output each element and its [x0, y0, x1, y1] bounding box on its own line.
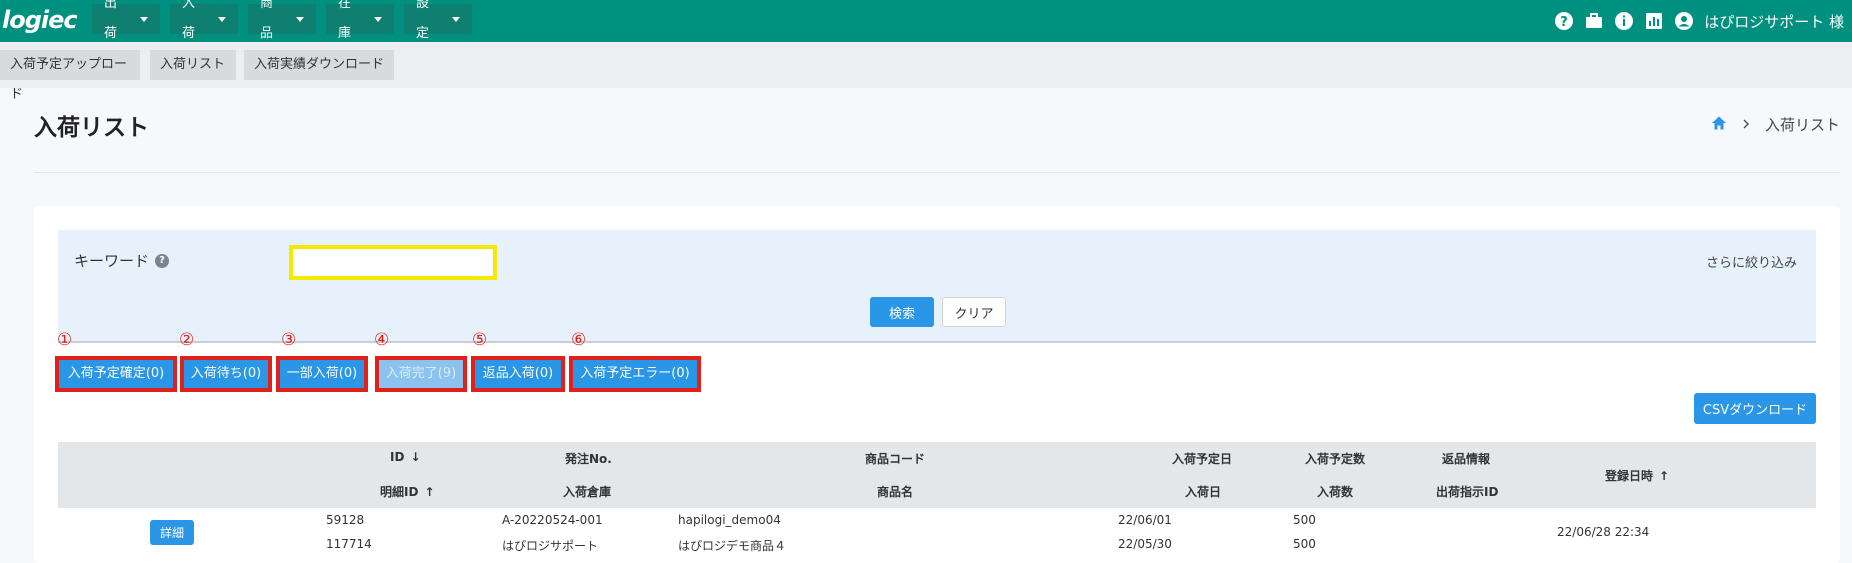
column-header-return-info: 返品情報	[1442, 452, 1491, 466]
more-filters-link[interactable]: さらに絞り込み	[1706, 252, 1797, 271]
table-row	[58, 508, 1816, 563]
annotation-number: ①	[57, 330, 73, 350]
breadcrumb-current: 入荷リスト	[1764, 116, 1840, 134]
filter-awaiting[interactable]: 入荷待ち(0)	[180, 356, 272, 392]
keyword-input[interactable]	[289, 245, 497, 280]
column-header-id[interactable]: ID ↓	[390, 450, 421, 464]
tab-receiving-list[interactable]: 入荷リスト	[150, 50, 236, 80]
arrow-up-icon: ↑	[424, 485, 435, 499]
column-header-scheduled-qty: 入荷予定数	[1305, 452, 1366, 466]
info-icon[interactable]	[1614, 11, 1634, 31]
menu-inventory[interactable]: 在庫	[326, 0, 394, 41]
account-icon[interactable]	[1674, 11, 1694, 31]
sub-navigation: 入荷予定アップロード 入荷リスト 入荷実績ダウンロード	[0, 42, 1852, 102]
filter-returns-label: 返品入荷(0)	[475, 360, 561, 388]
menu-settings[interactable]: 設定	[404, 0, 472, 41]
help-icon[interactable]: ?	[155, 253, 170, 268]
chevron-down-icon	[140, 16, 148, 22]
tab-upload-schedule[interactable]: 入荷予定アップロード	[0, 50, 140, 102]
filter-scheduled-confirmed[interactable]: 入荷予定確定(0)	[55, 356, 177, 392]
chevron-down-icon	[218, 16, 226, 22]
chevron-down-icon	[296, 16, 304, 22]
column-header-registered-at[interactable]: 登録日時 ↑	[1605, 467, 1669, 484]
filter-schedule-error-label: 入荷予定エラー(0)	[573, 360, 697, 388]
column-header-received-qty: 入荷数	[1317, 485, 1354, 499]
clear-button[interactable]: クリア	[942, 297, 1006, 327]
column-header-id-label: ID	[390, 450, 405, 464]
logo: logiec	[2, 6, 78, 34]
breadcrumb: 入荷リスト	[1711, 114, 1840, 135]
annotation-number: ②	[179, 330, 195, 350]
help-icon[interactable]: ?	[1554, 11, 1574, 31]
table-header	[58, 442, 1816, 508]
chart-icon[interactable]	[1644, 11, 1664, 31]
column-header-product-name: 商品名	[877, 485, 914, 499]
filter-completed[interactable]: 入荷完了(9)	[375, 356, 467, 392]
arrow-down-icon: ↓	[410, 450, 421, 464]
page-title: 入荷リスト	[34, 115, 149, 141]
top-navigation-bar: logiec 出荷 入荷 商品 在庫 設定 ? はぴロジサポート 様	[0, 0, 1852, 42]
filter-awaiting-label: 入荷待ち(0)	[184, 360, 268, 388]
cell-registered-at: 22/06/28 22:34	[1557, 525, 1650, 539]
svg-text:?: ?	[1560, 15, 1568, 30]
cell-scheduled-qty: 500	[1293, 513, 1316, 527]
column-header-registered-at-label: 登録日時	[1605, 469, 1654, 483]
annotation-number: ⑤	[472, 330, 488, 350]
column-header-shipment-id: 出荷指示ID	[1436, 485, 1499, 499]
column-header-warehouse: 入荷倉庫	[563, 485, 612, 499]
menu-shipping[interactable]: 出荷	[92, 0, 160, 41]
detail-button[interactable]: 詳細	[150, 520, 194, 545]
home-icon[interactable]	[1711, 115, 1727, 135]
cell-id: 59128	[326, 513, 365, 527]
column-header-scheduled-date: 入荷予定日	[1172, 452, 1233, 466]
cell-product-name: はぴロジデモ商品４	[678, 539, 787, 553]
column-header-product-code: 商品コード	[865, 452, 926, 466]
annotation-number: ⑥	[571, 330, 587, 350]
arrow-up-icon: ↑	[1659, 469, 1670, 483]
column-header-detail-id[interactable]: 明細ID ↑	[380, 483, 435, 500]
column-header-order-no: 発注No.	[565, 452, 612, 466]
cell-order-no: A-20220524-001	[502, 513, 603, 527]
filter-partial[interactable]: 一部入荷(0)	[276, 356, 368, 392]
csv-download-button[interactable]: CSVダウンロード	[1694, 393, 1816, 424]
cell-product-code: hapilogi_demo04	[678, 513, 781, 527]
header-actions: ? はぴロジサポート 様	[1554, 0, 1852, 42]
chevron-down-icon	[374, 16, 382, 22]
filter-partial-label: 一部入荷(0)	[280, 360, 364, 388]
cell-warehouse: はぴロジサポート	[502, 539, 599, 553]
briefcase-icon[interactable]	[1584, 11, 1604, 31]
chevron-down-icon	[452, 16, 460, 22]
cell-received-qty: 500	[1293, 537, 1316, 551]
cell-received-date: 22/05/30	[1118, 537, 1172, 551]
tab-download-results[interactable]: 入荷実績ダウンロード	[244, 50, 394, 80]
keyword-label: キーワード ?	[74, 250, 170, 271]
annotation-number: ④	[374, 330, 390, 350]
filter-scheduled-confirmed-label: 入荷予定確定(0)	[59, 360, 173, 388]
user-name[interactable]: はぴロジサポート 様	[1704, 11, 1844, 32]
filter-completed-label: 入荷完了(9)	[379, 360, 463, 388]
search-button[interactable]: 検索	[870, 297, 934, 327]
filter-returns[interactable]: 返品入荷(0)	[471, 356, 565, 392]
keyword-label-text: キーワード	[74, 252, 150, 270]
divider	[34, 172, 1840, 173]
chevron-right-icon	[1741, 116, 1751, 134]
column-header-detail-id-label: 明細ID	[380, 485, 419, 499]
filter-schedule-error[interactable]: 入荷予定エラー(0)	[569, 356, 701, 392]
cell-scheduled-date: 22/06/01	[1118, 513, 1172, 527]
cell-detail-id: 117714	[326, 537, 372, 551]
column-header-received-date: 入荷日	[1185, 485, 1222, 499]
annotation-number: ③	[281, 330, 297, 350]
menu-products[interactable]: 商品	[248, 0, 316, 41]
menu-receiving[interactable]: 入荷	[170, 0, 238, 41]
